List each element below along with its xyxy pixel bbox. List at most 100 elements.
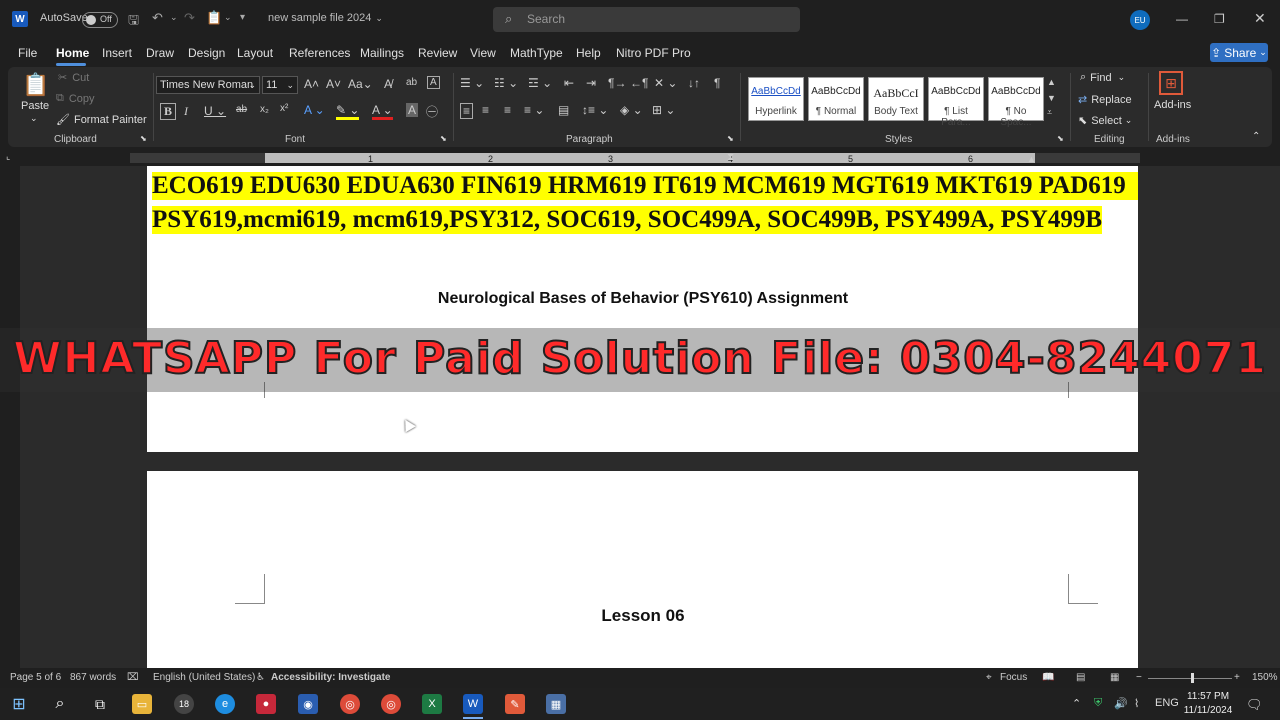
- rtl-direction-icon[interactable]: ←¶: [630, 76, 648, 90]
- menu-file[interactable]: File: [18, 46, 37, 60]
- replace-button[interactable]: ⇄ Replace: [1078, 93, 1132, 107]
- page-6[interactable]: [147, 471, 1138, 668]
- menu-layout[interactable]: Layout: [237, 46, 273, 60]
- notifications-icon[interactable]: 🗨: [1246, 697, 1263, 713]
- menu-mailings[interactable]: Mailings: [360, 46, 404, 60]
- volume-icon[interactable]: 🔊: [1114, 697, 1128, 710]
- justify-icon[interactable]: ≡ ⌄: [524, 103, 544, 117]
- clear-formatting-icon[interactable]: A̸: [384, 77, 392, 91]
- paste-dropdown-icon[interactable]: ⌄: [30, 113, 38, 124]
- zoom-level[interactable]: 150%: [1252, 672, 1278, 683]
- font-size-combobox[interactable]: 11 ⌄: [262, 76, 298, 94]
- decrease-indent-icon[interactable]: ⇤: [564, 76, 574, 90]
- accessibility-status[interactable]: Accessibility: Investigate: [271, 672, 391, 683]
- style-normal[interactable]: AaBbCcDd ¶ Normal: [808, 77, 864, 121]
- character-border-icon[interactable]: A: [427, 76, 440, 89]
- autosave-toggle[interactable]: Off: [82, 12, 118, 28]
- font-name-combobox[interactable]: Times New Roman ⌄: [156, 76, 260, 94]
- edge-browser-icon[interactable]: e: [215, 694, 235, 714]
- paint-app-icon[interactable]: ✎: [505, 694, 525, 714]
- lesson-heading[interactable]: Lesson 06: [148, 606, 1138, 626]
- print-layout-icon[interactable]: ▤: [1076, 672, 1085, 683]
- asian-layout-icon[interactable]: ✕ ⌄: [654, 76, 677, 90]
- customize-toolbar-icon[interactable]: ▾: [240, 12, 245, 23]
- font-launcher-icon[interactable]: ⬊: [440, 134, 447, 143]
- search-icon[interactable]: ⌕: [50, 694, 70, 714]
- find-button[interactable]: ⌕ Find ⌄: [1080, 71, 1125, 84]
- system-clock[interactable]: 11:57 PM 11/11/2024: [1180, 690, 1236, 718]
- input-language[interactable]: ENG: [1155, 697, 1179, 709]
- clipboard-icon[interactable]: 📋: [206, 10, 222, 26]
- grow-font-icon[interactable]: A˄: [304, 77, 319, 91]
- undo-dropdown-icon[interactable]: ⌄: [170, 12, 178, 23]
- menu-mathtype[interactable]: MathType: [510, 46, 563, 60]
- shading-icon[interactable]: ◈ ⌄: [620, 103, 643, 117]
- show-formatting-icon[interactable]: ¶: [714, 76, 720, 90]
- redo-icon[interactable]: ↷: [184, 10, 195, 26]
- add-ins-button[interactable]: Add-ins: [1154, 99, 1191, 111]
- enclose-characters-icon[interactable]: ㊀: [426, 103, 438, 120]
- read-mode-icon[interactable]: 📖: [1042, 672, 1054, 683]
- style-hyperlink[interactable]: AaBbCcDd Hyperlink: [748, 77, 804, 121]
- style-list-paragraph[interactable]: AaBbCcDd ¶ List Para...: [928, 77, 984, 128]
- text-effects-icon[interactable]: A ⌄: [304, 103, 325, 117]
- focus-mode-button[interactable]: Focus: [1000, 672, 1027, 683]
- word-icon[interactable]: W: [463, 694, 483, 714]
- borders-icon[interactable]: ⊞ ⌄: [652, 103, 675, 117]
- add-ins-icon[interactable]: ⊞: [1159, 71, 1183, 95]
- style-body-text[interactable]: AaBbCcI Body Text: [868, 77, 924, 121]
- windows-start-icon[interactable]: ⊞: [9, 694, 29, 714]
- distributed-icon[interactable]: ▤: [558, 103, 569, 117]
- multilevel-list-icon[interactable]: ☲ ⌄: [528, 76, 552, 90]
- undo-icon[interactable]: ↶: [152, 10, 163, 26]
- bullets-icon[interactable]: ☰ ⌄: [460, 76, 484, 90]
- shrink-font-icon[interactable]: A˅: [326, 77, 341, 91]
- menu-nitro-pdf[interactable]: Nitro PDF Pro: [616, 46, 691, 60]
- close-icon[interactable]: ✕: [1254, 10, 1266, 27]
- user-avatar[interactable]: EU: [1130, 10, 1150, 30]
- wifi-icon[interactable]: ⌇: [1134, 697, 1139, 710]
- restore-icon[interactable]: ❐: [1214, 12, 1225, 26]
- menu-help[interactable]: Help: [576, 46, 601, 60]
- sort-icon[interactable]: ↓↑: [688, 76, 700, 90]
- styles-launcher-icon[interactable]: ⬊: [1057, 134, 1064, 143]
- styles-scroll-down-icon[interactable]: ▼: [1047, 93, 1056, 103]
- task-view-icon[interactable]: ⧉: [90, 694, 110, 714]
- align-right-icon[interactable]: ≡: [504, 103, 511, 117]
- menu-references[interactable]: References: [289, 46, 350, 60]
- zoom-out-icon[interactable]: −: [1136, 672, 1142, 683]
- collapse-ribbon-icon[interactable]: ⌃: [1252, 131, 1260, 142]
- phonetic-guide-icon[interactable]: ab: [406, 77, 417, 88]
- share-button[interactable]: ⇪ Share ⌄: [1210, 43, 1268, 62]
- document-course-codes-line-1[interactable]: ECO619 EDU630 EDUA630 FIN619 HRM619 IT61…: [152, 172, 1138, 200]
- minimize-icon[interactable]: —: [1176, 12, 1188, 26]
- indent-marker-icon[interactable]: ⧗: [727, 152, 734, 163]
- styles-more-icon[interactable]: ⩡: [1047, 107, 1052, 118]
- align-center-icon[interactable]: ≡: [482, 103, 489, 117]
- chrome-icon[interactable]: ◎: [340, 694, 360, 714]
- menu-draw[interactable]: Draw: [146, 46, 174, 60]
- right-indent-marker-icon[interactable]: ▲: [1027, 154, 1036, 164]
- tab-stop-selector-icon[interactable]: ⌞: [6, 151, 10, 162]
- superscript-icon[interactable]: x²: [280, 103, 288, 114]
- underline-icon[interactable]: U ⌄: [204, 104, 226, 118]
- menu-design[interactable]: Design: [188, 46, 225, 60]
- camera-app-icon[interactable]: ◉: [298, 694, 318, 714]
- clipboard-launcher-icon[interactable]: ⬊: [140, 134, 147, 143]
- paragraph-launcher-icon[interactable]: ⬊: [727, 134, 734, 143]
- menu-review[interactable]: Review: [418, 46, 457, 60]
- word-count[interactable]: 867 words: [70, 672, 116, 683]
- strikethrough-icon[interactable]: ab: [236, 104, 247, 115]
- file-explorer-icon[interactable]: ▭: [132, 694, 152, 714]
- excel-icon[interactable]: X: [422, 694, 442, 714]
- web-layout-icon[interactable]: ▦: [1110, 672, 1119, 683]
- proofing-icon[interactable]: ⌧: [127, 672, 139, 683]
- ltr-direction-icon[interactable]: ¶→: [608, 76, 626, 90]
- styles-scroll-up-icon[interactable]: ▲: [1047, 77, 1056, 87]
- italic-icon[interactable]: I: [184, 104, 188, 119]
- search-box[interactable]: ⌕ Search: [493, 7, 800, 32]
- select-button[interactable]: ⬉ Select ⌄: [1078, 114, 1132, 128]
- menu-insert[interactable]: Insert: [102, 46, 132, 60]
- menu-view[interactable]: View: [470, 46, 496, 60]
- language-indicator[interactable]: English (United States): [153, 672, 255, 683]
